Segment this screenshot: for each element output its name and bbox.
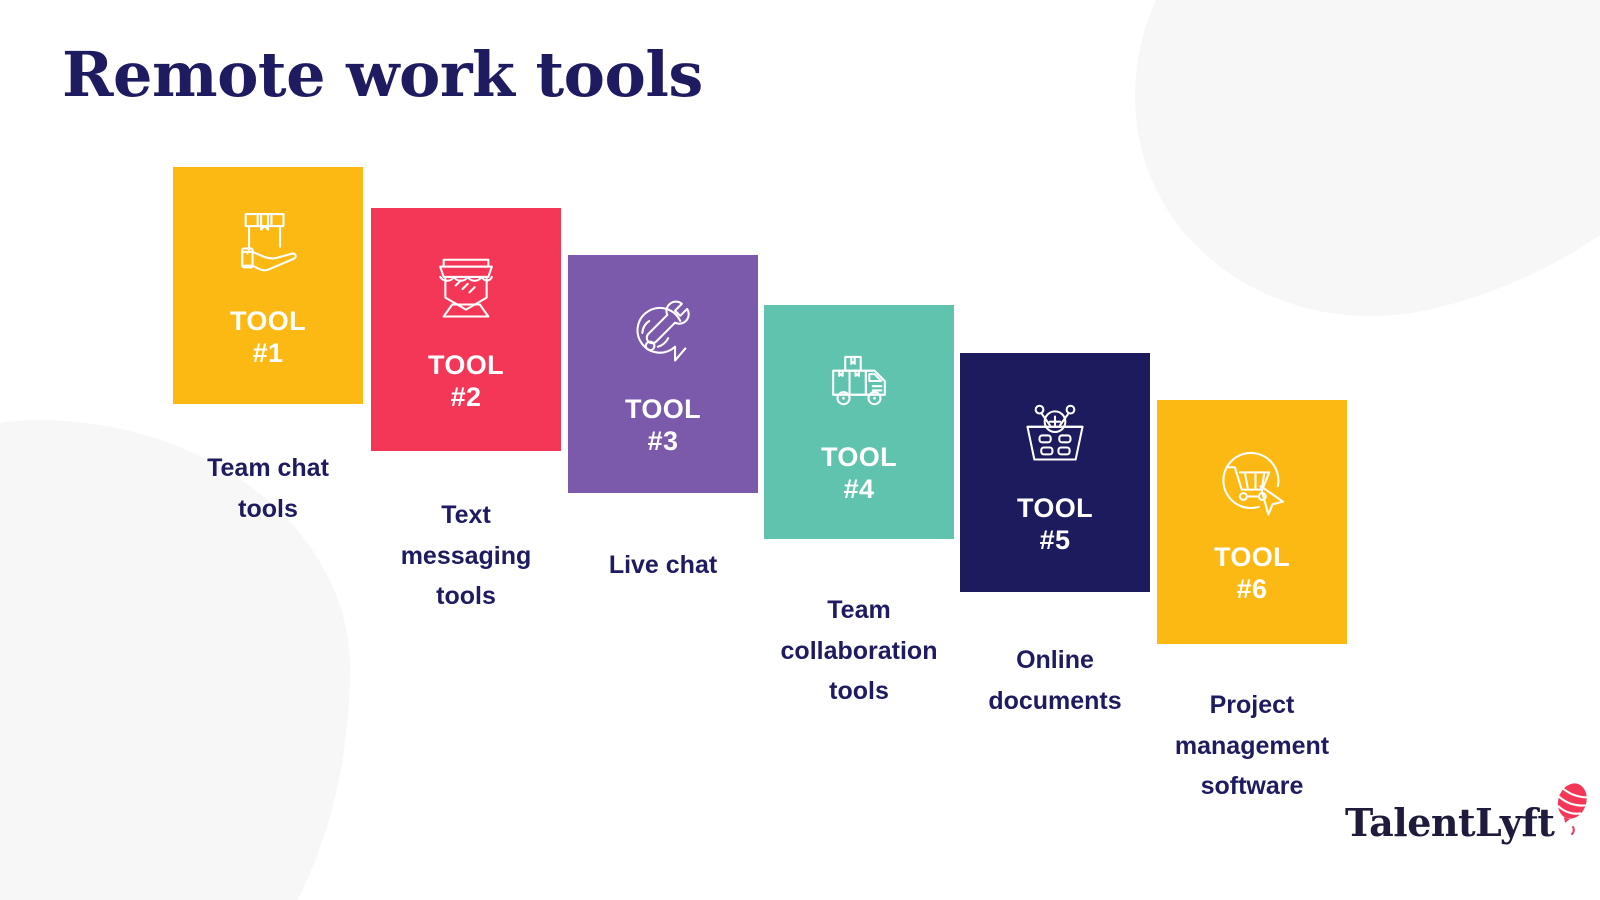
step-label-2: TOOL #2	[427, 349, 505, 412]
balloon-icon	[1552, 780, 1592, 836]
step-card-1[interactable]: TOOL #1	[173, 167, 363, 404]
step-card-4[interactable]: TOOL #4	[764, 305, 954, 539]
shopping-cart-cursor-icon	[1209, 438, 1295, 524]
step-caption-2: Text messaging tools	[400, 501, 532, 610]
logo-wordmark: TalentLyft	[1345, 800, 1555, 845]
step-label-4: TOOL #4	[820, 442, 898, 504]
step-label-5: TOOL #5	[1016, 492, 1094, 555]
decorative-blob-top-right	[1082, 0, 1600, 369]
step-label-1: TOOL #1	[229, 305, 307, 368]
shopping-basket-plus-icon	[1012, 389, 1098, 475]
page-title: Remote work tools	[62, 38, 703, 111]
storefront-icon	[423, 246, 509, 332]
step-card-3[interactable]: TOOL #3	[568, 255, 758, 493]
step-caption-3: Live chat	[608, 551, 718, 579]
slide-canvas: Remote work tools TOOL #1 Team chat tool…	[0, 0, 1600, 900]
step-caption-5: Online documents	[988, 646, 1122, 715]
step-label-3: TOOL #3	[624, 394, 702, 456]
wrench-speech-bubble-icon	[620, 290, 706, 376]
step-caption-6: Project management software	[1174, 691, 1330, 800]
step-card-2[interactable]: TOOL #2	[371, 208, 561, 451]
step-card-5[interactable]: TOOL #5	[960, 353, 1150, 592]
step-caption-1: Team chat tools	[207, 454, 329, 523]
delivery-truck-icon	[816, 338, 902, 424]
step-card-6[interactable]: TOOL #6	[1157, 400, 1347, 644]
step-caption-4: Team collaboration tools	[780, 596, 938, 705]
step-label-6: TOOL #6	[1213, 542, 1291, 604]
talentlyft-logo[interactable]: TalentLyft	[1345, 780, 1592, 842]
hand-holding-box-icon	[225, 202, 311, 288]
